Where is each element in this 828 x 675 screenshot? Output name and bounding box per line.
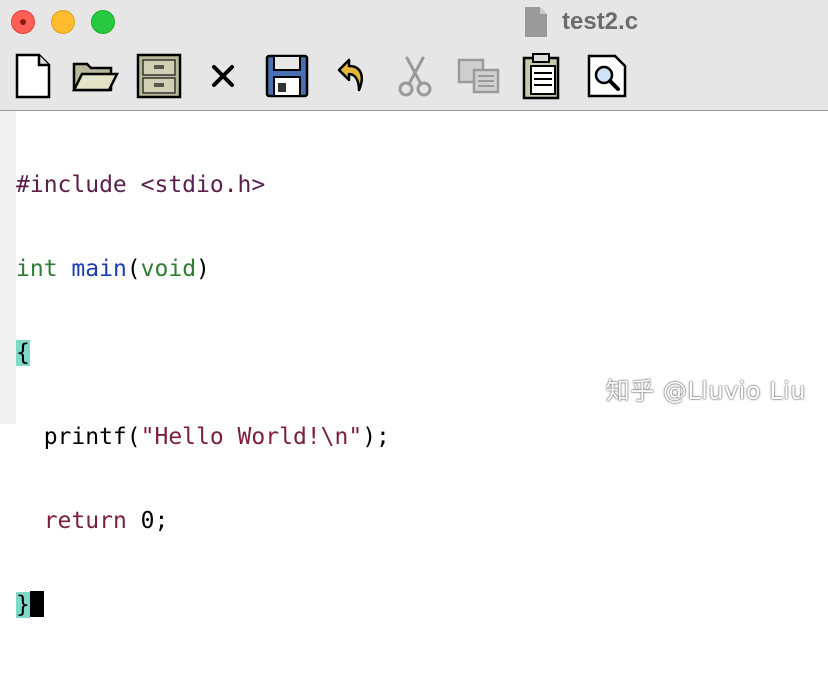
open-folder-icon [71,62,119,92]
close-file-button[interactable] [198,50,248,102]
code-line: printf("Hello World!\n"); [16,423,390,451]
minimize-window-button[interactable] [51,10,75,34]
text-cursor [29,591,44,617]
code-line: } [16,591,390,619]
code-line: int main(void) [16,255,390,283]
matched-brace: } [16,592,30,618]
close-x-icon [212,65,234,87]
new-file-button[interactable] [8,50,58,102]
watermark: 知乎 @Lluvio Liu [605,377,806,405]
find-button[interactable] [582,50,632,102]
file-cabinet-icon [136,53,182,99]
toolbar [0,44,828,111]
file-cabinet-button[interactable] [134,50,184,102]
paste-button[interactable] [516,50,566,102]
code-token: int [16,256,58,282]
code-text[interactable]: #include <stdio.h> int main(void) { prin… [16,115,390,675]
close-window-button[interactable] [11,10,35,34]
magnifier-icon [587,54,627,98]
undo-arrow-icon [337,58,363,92]
editor-window: test2.c #include <stdio.h> int main(void… [0,0,828,618]
copy-icon [457,58,500,94]
code-editor[interactable]: #include <stdio.h> int main(void) { prin… [0,111,828,618]
code-line: return 0; [16,507,390,535]
code-token: 0; [126,508,169,534]
undo-button[interactable] [326,50,376,102]
code-line: #include <stdio.h> [16,171,390,199]
window-title-group: test2.c [522,6,638,38]
editor-gutter [0,111,16,424]
copy-button[interactable] [454,50,504,102]
floppy-disk-icon [265,54,309,98]
code-token: printf( [16,424,141,450]
code-token: main [71,256,127,282]
code-token: #include <stdio.h> [16,172,266,198]
code-line: { [16,339,390,367]
title-bar[interactable]: test2.c [0,0,828,44]
clipboard-icon [522,53,560,100]
code-token: ) [196,256,210,282]
code-token: "Hello World!\n" [140,424,363,450]
code-token: return [43,508,127,534]
cut-button[interactable] [390,50,440,102]
window-title: test2.c [562,8,639,35]
maximize-window-button[interactable] [91,10,115,34]
new-document-icon [15,53,51,99]
code-token: ); [362,424,390,450]
matched-brace: { [16,340,30,366]
scissors-icon [398,56,432,97]
save-file-button[interactable] [262,50,312,102]
document-icon [525,7,547,37]
open-file-button[interactable] [70,50,120,102]
code-token: void [140,256,197,282]
code-token: ( [126,256,141,282]
